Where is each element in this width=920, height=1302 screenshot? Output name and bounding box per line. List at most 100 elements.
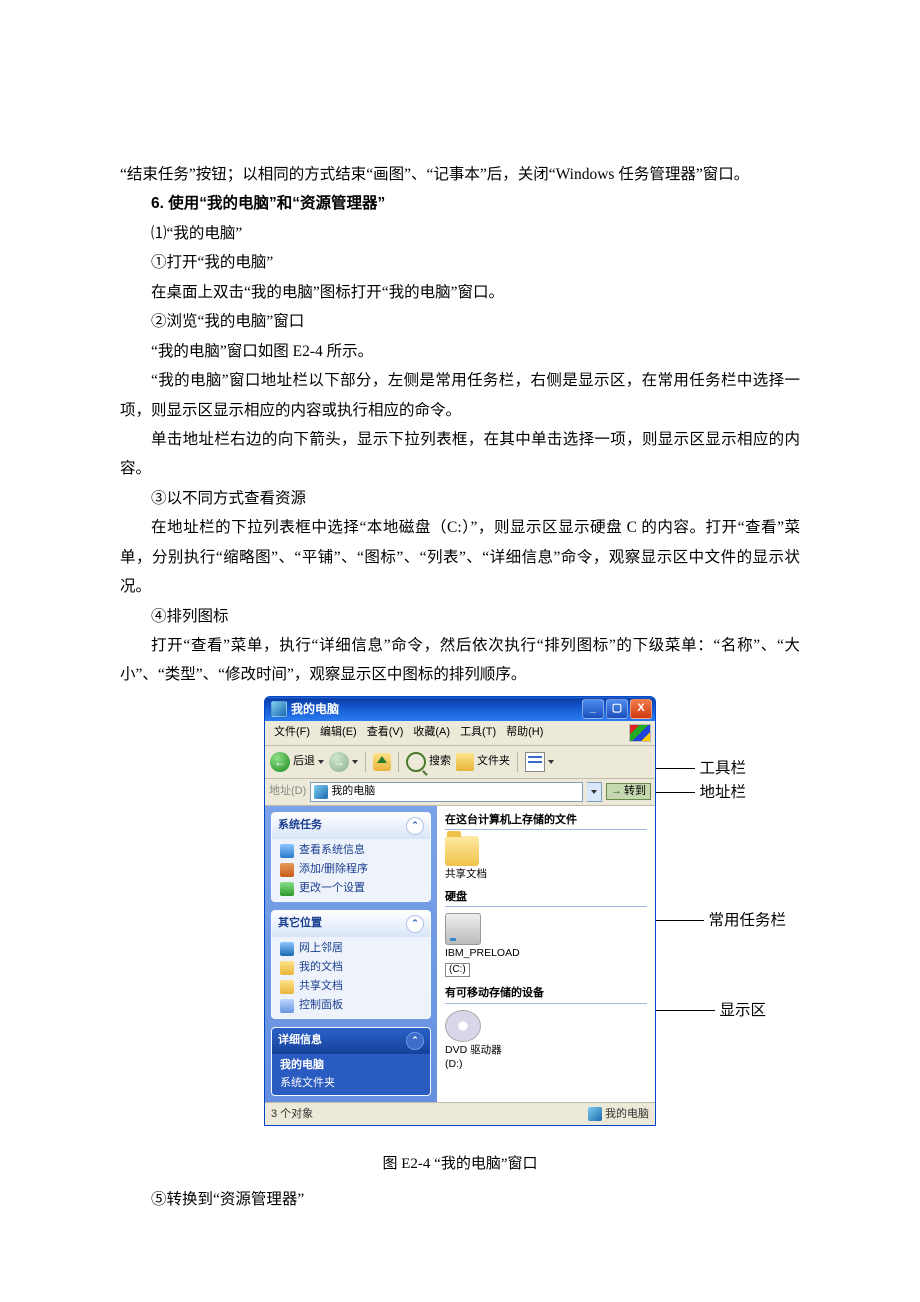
folders-label: 文件夹 (477, 755, 510, 768)
dvd-drive-icon (445, 1010, 481, 1042)
item-label: 共享文档 (445, 868, 487, 881)
folders-button[interactable]: 文件夹 (456, 753, 510, 771)
link-label: 我的文档 (299, 961, 343, 974)
separator (398, 752, 399, 772)
go-button[interactable]: → 转到 (606, 783, 651, 800)
menu-help[interactable]: 帮助(H) (501, 726, 548, 739)
system-tasks-box: 系统任务 ⌃ 查看系统信息 添加/删除程序 更改一个设置 (271, 812, 431, 902)
details-name: 我的电脑 (280, 1059, 422, 1072)
address-field[interactable]: 我的电脑 (310, 782, 583, 802)
up-button[interactable] (373, 753, 391, 771)
annotation-label: 地址栏 (699, 778, 746, 807)
address-value: 我的电脑 (331, 785, 375, 798)
menu-edit[interactable]: 编辑(E) (315, 726, 362, 739)
info-icon (280, 844, 294, 858)
group-files-stored: 在这台计算机上存储的文件 (445, 814, 647, 830)
item-shared-documents[interactable]: 共享文档 (445, 836, 647, 881)
details-header[interactable]: 详细信息 ⌃ (272, 1028, 430, 1054)
folders-icon (456, 753, 474, 771)
my-computer-icon (314, 785, 328, 799)
annotation-address-bar: 地址栏 (656, 778, 746, 807)
item-local-disk-c[interactable]: IBM_PRELOAD (C:) (445, 913, 647, 978)
link-my-documents[interactable]: 我的文档 (280, 961, 422, 975)
menu-tools[interactable]: 工具(T) (455, 726, 501, 739)
settings-icon (280, 882, 294, 896)
window-titlebar[interactable]: 我的电脑 _ ▢ X (265, 697, 655, 721)
address-dropdown-button[interactable] (587, 782, 602, 802)
group-hard-drives: 硬盘 (445, 891, 647, 907)
menu-view[interactable]: 查看(V) (362, 726, 409, 739)
task-pane: 系统任务 ⌃ 查看系统信息 添加/删除程序 更改一个设置 其它位置 (265, 806, 437, 1102)
minimize-button[interactable]: _ (582, 699, 604, 719)
drive-name: IBM_PRELOAD (445, 947, 520, 960)
drive-letter: (C:) (445, 963, 470, 977)
back-label: 后退 (293, 755, 315, 768)
paragraph: ④排列图标 (120, 602, 800, 631)
paragraph: “我的电脑”窗口地址栏以下部分，左侧是常用任务栏，右侧是显示区，在常用任务栏中选… (120, 366, 800, 425)
other-places-title: 其它位置 (278, 917, 322, 930)
annotation-label: 显示区 (719, 996, 766, 1025)
menu-file[interactable]: 文件(F) (269, 726, 315, 739)
network-icon (280, 942, 294, 956)
search-button[interactable]: 搜索 (406, 752, 451, 772)
back-button[interactable]: ← 后退 (270, 752, 324, 772)
system-tasks-header[interactable]: 系统任务 ⌃ (272, 813, 430, 839)
other-places-header[interactable]: 其它位置 ⌃ (272, 911, 430, 937)
details-title: 详细信息 (278, 1034, 322, 1047)
dropdown-icon (318, 760, 324, 764)
details-body: 我的电脑 系统文件夹 (272, 1054, 430, 1095)
window-body: 系统任务 ⌃ 查看系统信息 添加/删除程序 更改一个设置 其它位置 (265, 806, 655, 1102)
link-label: 共享文档 (299, 980, 343, 993)
dvd-name: DVD 驱动器 (445, 1044, 502, 1057)
maximize-button[interactable]: ▢ (606, 699, 628, 719)
details-type: 系统文件夹 (280, 1077, 422, 1090)
document-page: “结束任务”按钮；以相同的方式结束“画图”、“记事本”后，关闭“Windows … (0, 0, 920, 1274)
item-dvd-drive[interactable]: DVD 驱动器 (D:) (445, 1010, 647, 1071)
task-label: 更改一个设置 (299, 882, 365, 895)
status-object-count: 3 个对象 (271, 1108, 313, 1121)
annotation-display-area: 显示区 (656, 996, 766, 1025)
task-label: 添加/删除程序 (299, 863, 368, 876)
back-arrow-icon: ← (270, 752, 290, 772)
annotation-label: 常用任务栏 (708, 906, 786, 935)
dropdown-icon (548, 760, 554, 764)
search-label: 搜索 (429, 755, 451, 768)
details-box: 详细信息 ⌃ 我的电脑 系统文件夹 (271, 1027, 431, 1096)
task-label: 查看系统信息 (299, 844, 365, 857)
views-icon (525, 752, 545, 772)
separator (365, 752, 366, 772)
views-button[interactable] (525, 752, 554, 772)
collapse-icon: ⌃ (406, 915, 424, 933)
link-label: 控制面板 (299, 999, 343, 1012)
paragraph: “我的电脑”窗口如图 E2-4 所示。 (120, 337, 800, 366)
close-button[interactable]: X (630, 699, 652, 719)
paragraph: 单击地址栏右边的向下箭头，显示下拉列表框，在其中单击选择一项，则显示区显示相应的… (120, 425, 800, 484)
paragraph: “结束任务”按钮；以相同的方式结束“画图”、“记事本”后，关闭“Windows … (120, 160, 800, 189)
collapse-icon: ⌃ (406, 1032, 424, 1050)
toolbar: ← 后退 → 搜索 (265, 746, 655, 779)
figure-e2-4: 我的电脑 _ ▢ X 文件(F) 编辑(E) 查看(V) 收藏(A) 工具(T)… (120, 696, 800, 1126)
windows-flag-icon (629, 724, 651, 742)
link-control-panel[interactable]: 控制面板 (280, 999, 422, 1013)
forward-arrow-icon: → (329, 752, 349, 772)
add-remove-icon (280, 863, 294, 877)
system-tasks-title: 系统任务 (278, 819, 322, 832)
other-places-box: 其它位置 ⌃ 网上邻居 我的文档 共享文档 控制面板 (271, 910, 431, 1019)
paragraph: ①打开“我的电脑” (120, 248, 800, 277)
status-bar: 3 个对象 我的电脑 (265, 1102, 655, 1125)
task-change-setting[interactable]: 更改一个设置 (280, 882, 422, 896)
go-arrow-icon: → (611, 785, 622, 798)
folder-icon (280, 961, 294, 975)
figure-caption: 图 E2-4 “我的电脑”窗口 (120, 1150, 800, 1179)
chevron-down-icon (591, 790, 597, 794)
forward-button[interactable]: → (329, 752, 358, 772)
link-network-places[interactable]: 网上邻居 (280, 942, 422, 956)
link-shared-documents[interactable]: 共享文档 (280, 980, 422, 994)
task-view-system-info[interactable]: 查看系统信息 (280, 844, 422, 858)
task-add-remove-programs[interactable]: 添加/删除程序 (280, 863, 422, 877)
system-tasks-body: 查看系统信息 添加/删除程序 更改一个设置 (272, 839, 430, 901)
group-removable: 有可移动存储的设备 (445, 987, 647, 1003)
paragraph: 打开“查看”菜单，执行“详细信息”命令，然后依次执行“排列图标”的下级菜单：“名… (120, 631, 800, 690)
address-bar: 地址(D) 我的电脑 → 转到 (265, 779, 655, 806)
menu-favorites[interactable]: 收藏(A) (408, 726, 455, 739)
